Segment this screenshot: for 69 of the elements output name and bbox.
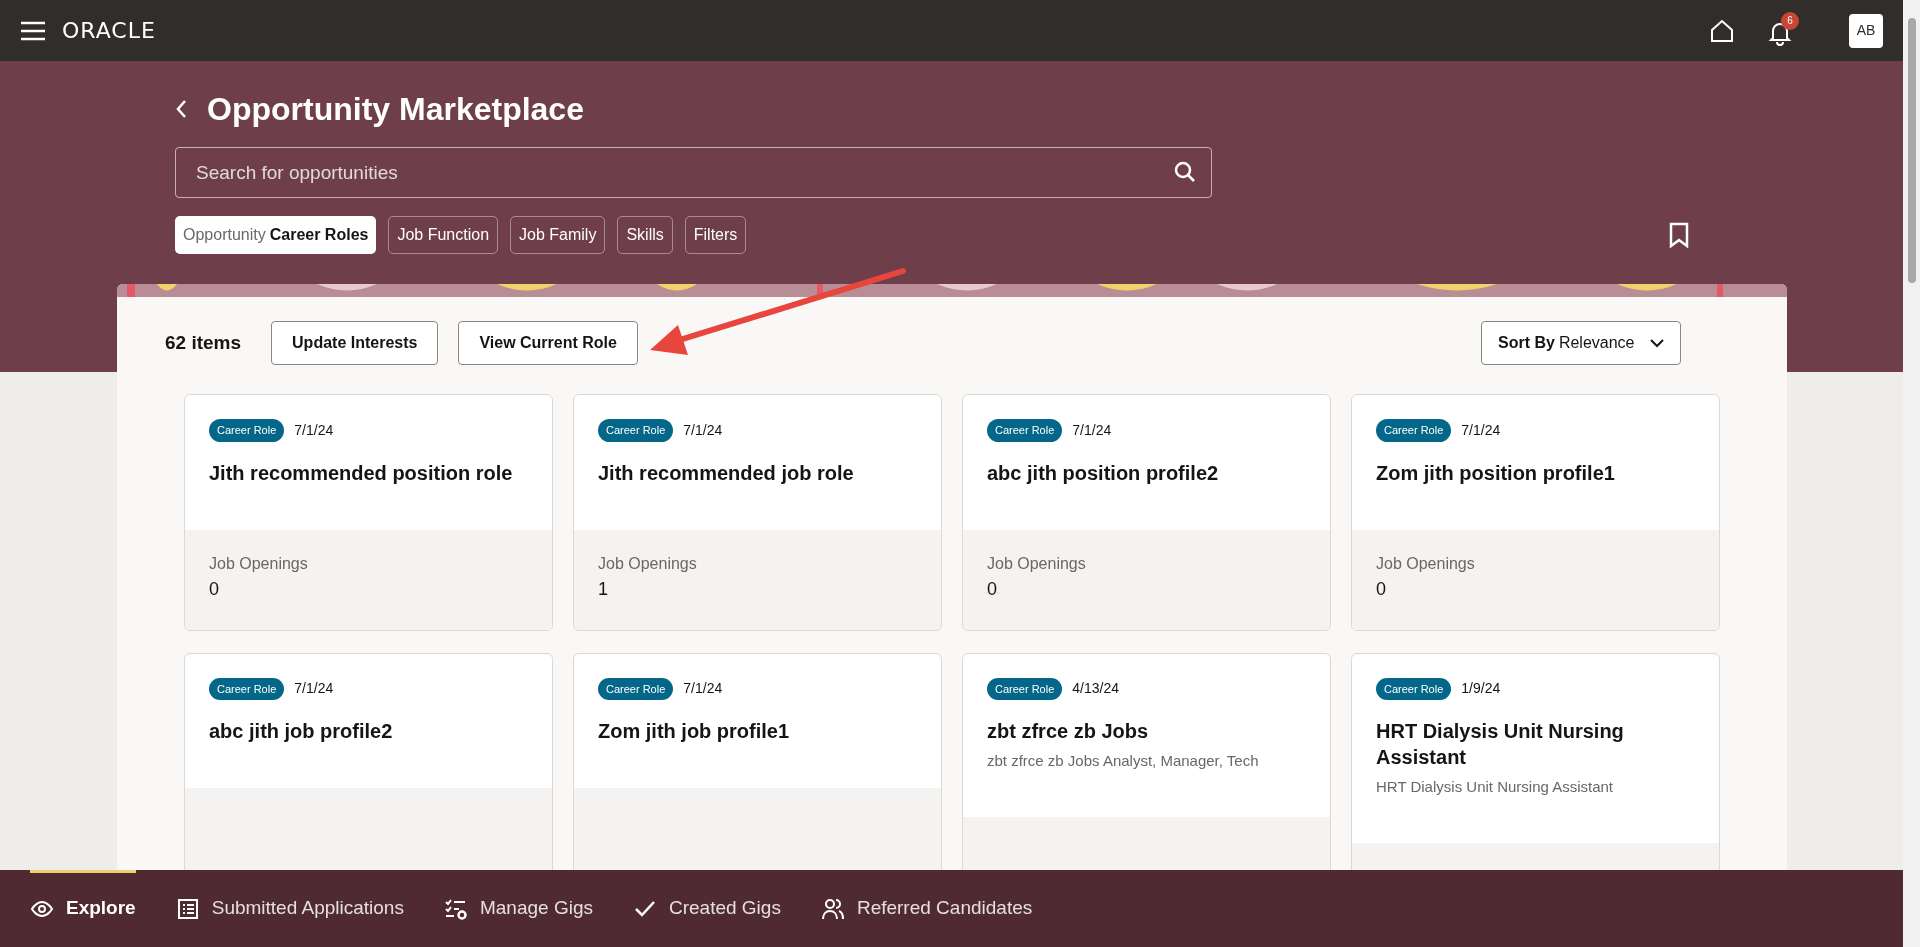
page-title: Opportunity Marketplace xyxy=(207,90,584,129)
opportunity-card[interactable]: Career Role 1/9/24 HRT Dialysis Unit Nursing Assistant HRT Dialysis Unit Nursing Assistant xyxy=(1351,652,1720,870)
nav-tab[interactable]: Manage Gigs xyxy=(443,870,593,947)
tag: Career Role xyxy=(209,677,285,700)
nav-tab[interactable]: Submitted Applications xyxy=(175,870,404,947)
card-title: Zom jith job profile1 xyxy=(598,719,791,744)
search-field[interactable]: Search for opportunities xyxy=(175,147,1212,198)
card-subtitle: zbt zfrce zb Jobs Analyst, Manager, Tech xyxy=(987,751,1260,771)
notification-badge: 6 xyxy=(1781,11,1799,30)
card-date: 7/1/24 xyxy=(294,679,334,699)
filter-chip[interactable]: Job Family xyxy=(510,216,606,254)
card-date: 7/1/24 xyxy=(1072,420,1112,440)
bookmark-icon[interactable] xyxy=(1669,222,1689,248)
card-title: Jith recommended job role xyxy=(598,460,855,486)
home-icon[interactable] xyxy=(1709,17,1735,44)
avatar[interactable]: AB xyxy=(1849,13,1883,48)
card-title: zbt zfrce zb Jobs xyxy=(987,719,1150,744)
openings-count: 0 xyxy=(1376,577,1387,601)
openings-label: Job Openings xyxy=(987,553,1087,574)
nav-tab[interactable]: Created Gigs xyxy=(632,870,781,947)
card-date: 7/1/24 xyxy=(683,679,723,699)
card-title: Jith recommended position role xyxy=(209,460,514,486)
filter-chip[interactable]: Filters xyxy=(684,216,747,254)
nav-tab[interactable]: Explore xyxy=(30,870,136,947)
openings-label: Job Openings xyxy=(209,553,309,574)
nav-tab[interactable]: Referred Candidates xyxy=(820,870,1033,947)
card-title: abc jith job profile2 xyxy=(209,719,394,744)
card-date: 1/9/24 xyxy=(1461,679,1501,699)
openings-count: 0 xyxy=(987,577,998,601)
filter-chip[interactable]: Job Function xyxy=(388,216,499,254)
opportunity-card[interactable]: Career Role 7/1/24 Jith recommended job role Job Openings 1 xyxy=(573,394,942,631)
openings-label: Job Openings xyxy=(1376,553,1476,574)
list-icon xyxy=(175,896,200,921)
openings-count: 0 xyxy=(209,577,220,601)
tag: Career Role xyxy=(987,677,1063,700)
toolbar-button[interactable]: Update Interests xyxy=(271,321,439,365)
filter-chip[interactable]: Skills xyxy=(617,216,673,254)
opportunity-card[interactable]: Career Role 7/1/24 abc jith position profile2 Job Openings 0 xyxy=(962,394,1331,631)
search-icon[interactable] xyxy=(1174,161,1196,183)
logo: ORACLE xyxy=(62,17,156,45)
people-icon xyxy=(820,896,845,921)
sort-dropdown[interactable]: Sort By Relevance xyxy=(1481,321,1681,365)
caret-icon xyxy=(1650,338,1664,348)
item-count: 62 items xyxy=(165,330,242,355)
card-date: 7/1/24 xyxy=(683,420,723,440)
card-date: 4/13/24 xyxy=(1072,679,1120,699)
opportunity-card[interactable]: Career Role 4/13/24 zbt zfrce zb Jobs zbt zfrce zb Jobs Analyst, Manager, Tech xyxy=(962,652,1331,870)
tag: Career Role xyxy=(598,677,674,700)
card-title: HRT Dialysis Unit Nursing Assistant xyxy=(1376,719,1625,770)
card-title: Zom jith position profile1 xyxy=(1376,460,1616,486)
tag: Career Role xyxy=(598,419,674,442)
toolbar-button[interactable]: View Current Role xyxy=(458,321,638,365)
card-date: 7/1/24 xyxy=(1461,420,1501,440)
tag: Career Role xyxy=(987,419,1063,442)
opportunity-card[interactable]: Career Role 7/1/24 abc jith job profile2 xyxy=(184,652,553,870)
opportunity-card[interactable]: Career Role 7/1/24 Zom jith job profile1 xyxy=(573,652,942,870)
menu-icon[interactable] xyxy=(20,20,46,41)
tag: Career Role xyxy=(209,419,285,442)
tag: Career Role xyxy=(1376,419,1452,442)
card-subtitle: HRT Dialysis Unit Nursing Assistant xyxy=(1376,777,1615,797)
tag: Career Role xyxy=(1376,677,1452,700)
opportunity-card[interactable]: Career Role 7/1/24 Jith recommended position role Job Openings 0 xyxy=(184,394,553,631)
back-icon[interactable] xyxy=(175,99,187,119)
card-title: abc jith position profile2 xyxy=(987,460,1220,486)
openings-count: 1 xyxy=(598,577,609,601)
filter-chip[interactable]: Opportunity Career Roles xyxy=(175,216,377,254)
card-date: 7/1/24 xyxy=(294,420,334,440)
openings-label: Job Openings xyxy=(598,553,698,574)
opportunity-card[interactable]: Career Role 7/1/24 Zom jith position profile1 Job Openings 0 xyxy=(1351,394,1720,631)
